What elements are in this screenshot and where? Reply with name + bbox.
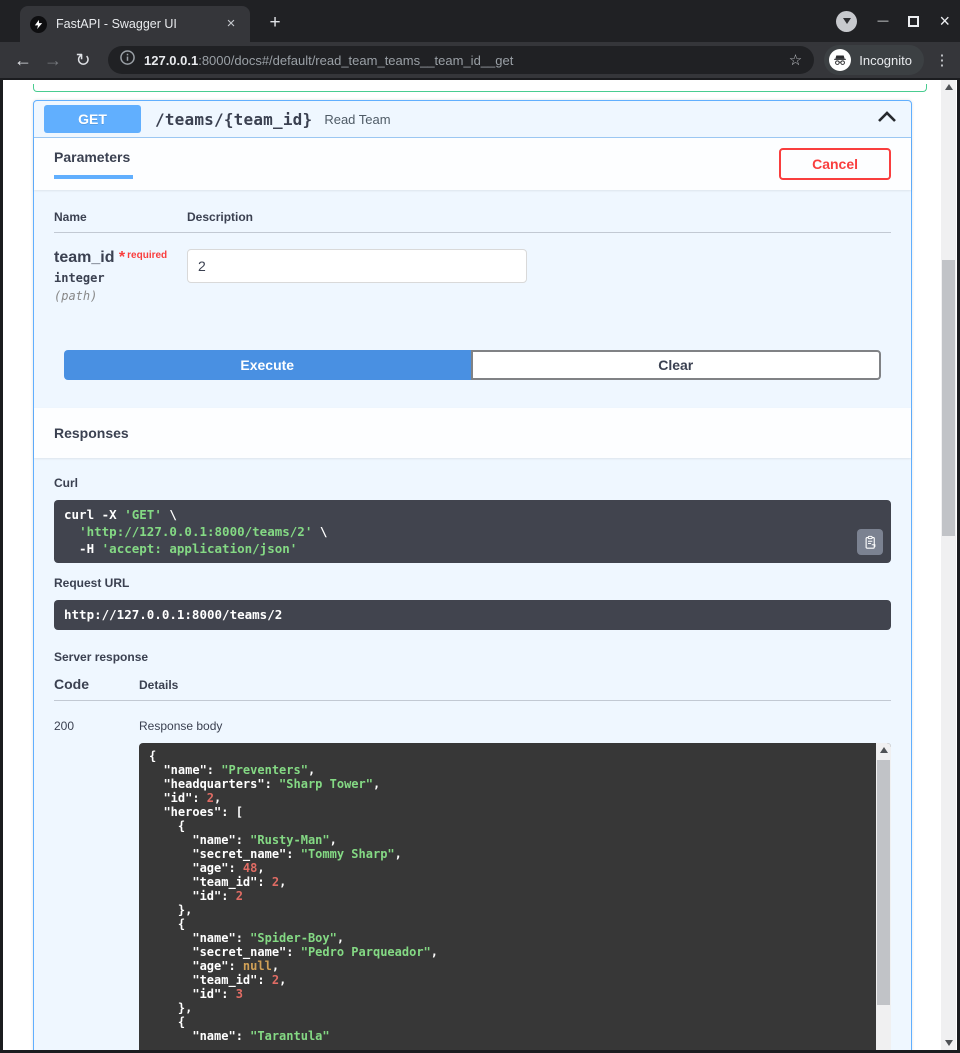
response-details: Response body { "name": "Preventers", "h… (139, 719, 891, 1050)
page-scrollbar-thumb[interactable] (942, 260, 955, 536)
team-id-input[interactable] (187, 249, 527, 283)
required-label: required (127, 250, 167, 261)
responses-body: Curl curl -X 'GET' \ 'http://127.0.0.1:8… (34, 458, 911, 1050)
column-name-label: Name (54, 210, 187, 224)
browser-tab[interactable]: FastAPI - Swagger UI × (20, 6, 250, 42)
endpoint-summary: Read Team (324, 112, 877, 127)
response-table-header: Code Details (54, 676, 891, 701)
get-endpoint-block: GET /teams/{team_id} Read Team Parameter… (33, 100, 912, 1050)
url-text: 127.0.0.1:8000/docs#/default/read_team_t… (144, 53, 781, 68)
parameters-tab-label: Parameters (54, 149, 133, 179)
minimize-button[interactable]: — (877, 15, 888, 27)
forward-button[interactable]: → (38, 50, 68, 71)
browser-menu-circle-icon[interactable] (836, 11, 857, 32)
curl-command-block: curl -X 'GET' \ 'http://127.0.0.1:8000/t… (54, 500, 891, 563)
browser-window: FastAPI - Swagger UI × + — × ← → ↻ 127.0… (0, 0, 960, 1053)
scroll-up-arrow-icon[interactable] (876, 743, 891, 757)
bookmark-star-icon[interactable]: ☆ (789, 51, 802, 69)
responses-section-header: Responses (34, 408, 911, 458)
column-code-label: Code (54, 676, 139, 692)
page-scroll-down-icon[interactable] (941, 1036, 956, 1050)
column-description-label: Description (187, 210, 253, 224)
request-url-value: http://127.0.0.1:8000/teams/2 (54, 600, 891, 630)
incognito-icon (829, 49, 851, 71)
browser-toolbar: ← → ↻ 127.0.0.1:8000/docs#/default/read_… (0, 42, 960, 78)
parameter-location: (path) (54, 289, 187, 303)
chevron-down-icon (843, 18, 851, 24)
endpoint-header[interactable]: GET /teams/{team_id} Read Team (34, 101, 911, 138)
url-host: 127.0.0.1 (144, 53, 198, 68)
execute-row: Execute Clear (64, 350, 881, 380)
curl-command-text: curl -X 'GET' \ 'http://127.0.0.1:8000/t… (64, 506, 851, 557)
http-method-badge: GET (44, 105, 141, 133)
status-code: 200 (54, 719, 139, 1050)
parameter-meta: team_id *required integer (path) (54, 249, 187, 303)
parameters-table-header: Name Description (54, 210, 891, 233)
response-row: 200 Response body { "name": "Preventers"… (54, 701, 891, 1050)
parameters-section-header: Parameters Cancel (34, 138, 911, 190)
reload-button[interactable]: ↻ (68, 50, 98, 71)
response-body-label: Response body (139, 719, 891, 733)
parameters-tab[interactable]: Parameters (54, 149, 133, 179)
column-details-label: Details (139, 678, 178, 692)
curl-label: Curl (54, 476, 891, 490)
maximize-button[interactable] (908, 16, 919, 27)
response-body-json: { "name": "Preventers", "headquarters": … (149, 749, 865, 1043)
tab-bar: FastAPI - Swagger UI × + — × (0, 0, 960, 42)
request-url-label: Request URL (54, 576, 891, 590)
new-tab-button[interactable]: + (262, 10, 288, 36)
copy-to-clipboard-button[interactable] (857, 529, 883, 555)
required-asterisk: * (119, 249, 125, 266)
url-bar[interactable]: 127.0.0.1:8000/docs#/default/read_team_t… (108, 46, 814, 74)
url-path: :8000/docs#/default/read_team_teams__tea… (198, 53, 513, 68)
collapse-chevron-icon[interactable] (877, 110, 897, 128)
browser-menu-icon[interactable]: ⋮ (932, 51, 952, 69)
clear-button[interactable]: Clear (471, 350, 882, 380)
endpoint-path: /teams/{team_id} (155, 110, 312, 129)
server-response-label: Server response (54, 650, 891, 664)
parameter-value-cell (187, 249, 527, 303)
page-scrollbar[interactable] (941, 80, 956, 1050)
parameter-row: team_id *required integer (path) (54, 233, 891, 303)
fastapi-favicon-icon (30, 16, 47, 33)
window-controls: — × (836, 0, 950, 42)
parameter-type: integer (54, 271, 187, 285)
page-scroll-up-icon[interactable] (941, 80, 956, 94)
previous-endpoint-bottom-edge (33, 84, 927, 92)
tab-title: FastAPI - Swagger UI (56, 17, 222, 31)
swagger-page: GET /teams/{team_id} Read Team Parameter… (3, 80, 957, 1050)
incognito-label: Incognito (859, 53, 912, 68)
responses-heading: Responses (54, 425, 129, 441)
response-body-scrollbar[interactable] (876, 743, 891, 1050)
response-body-block: { "name": "Preventers", "headquarters": … (139, 743, 891, 1050)
site-info-icon[interactable] (120, 50, 135, 70)
cancel-button[interactable]: Cancel (779, 148, 891, 180)
parameters-body: Name Description team_id *required integ… (34, 190, 911, 408)
execute-button[interactable]: Execute (64, 350, 471, 380)
tab-close-icon[interactable]: × (222, 15, 240, 33)
incognito-badge: Incognito (824, 45, 924, 75)
response-scrollbar-thumb[interactable] (877, 760, 890, 1005)
back-button[interactable]: ← (8, 50, 38, 71)
parameter-name: team_id *required (54, 249, 187, 267)
close-window-button[interactable]: × (939, 11, 950, 32)
